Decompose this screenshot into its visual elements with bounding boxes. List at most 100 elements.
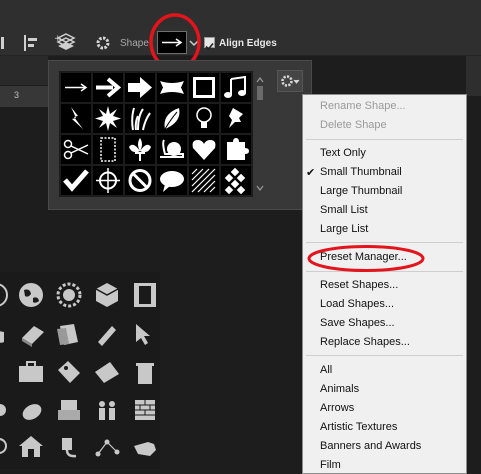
scroll-thumb[interactable] bbox=[257, 86, 263, 100]
shape-thumb-music-note[interactable] bbox=[221, 73, 251, 102]
shape-thumb-heavy-arrow[interactable] bbox=[125, 73, 155, 102]
menu-item-animals[interactable]: Animals bbox=[320, 383, 359, 395]
menu-item-all[interactable]: All bbox=[320, 364, 332, 376]
armchair-icon bbox=[58, 400, 80, 420]
menu-separator bbox=[306, 355, 463, 356]
speech-bubble-icon bbox=[160, 171, 184, 192]
film-strip-icon bbox=[134, 283, 156, 307]
puzzle-piece-icon bbox=[227, 138, 249, 160]
lightbulb-icon bbox=[196, 107, 212, 128]
heart-icon bbox=[192, 140, 216, 160]
leaf-icon bbox=[164, 108, 180, 130]
trash-can-icon bbox=[136, 363, 154, 384]
menu-item-text-only[interactable]: Text Only bbox=[320, 147, 366, 159]
check-icon bbox=[205, 42, 214, 51]
briefcase-icon bbox=[19, 361, 43, 382]
people-icon bbox=[99, 401, 115, 420]
brick-wall-icon bbox=[135, 400, 155, 420]
credit-card-icon bbox=[95, 362, 119, 383]
menu-item-preset-manager[interactable]: Preset Manager... bbox=[320, 251, 407, 263]
heavy-arrow-icon bbox=[128, 77, 152, 98]
scissors-icon bbox=[63, 139, 89, 160]
menu-item-large-thumbnail[interactable]: Large Thumbnail bbox=[320, 185, 402, 197]
snail-icon bbox=[160, 139, 184, 158]
shape-thumb-banner[interactable] bbox=[157, 73, 187, 102]
menu-item-small-thumbnail[interactable]: Small Thumbnail bbox=[320, 166, 402, 178]
menu-item-replace-shapes[interactable]: Replace Shapes... bbox=[320, 336, 410, 348]
menu-item-small-list[interactable]: Small List bbox=[320, 204, 368, 216]
shape-thumb-lightbulb[interactable] bbox=[189, 104, 219, 133]
shape-thumb-starburst[interactable] bbox=[93, 104, 123, 133]
menu-item-delete-shape: Delete Shape bbox=[320, 119, 387, 131]
diagonal-pattern-icon bbox=[191, 168, 216, 193]
chevron-down-icon[interactable] bbox=[188, 37, 200, 49]
cursor-icon bbox=[136, 324, 150, 345]
grass-icon bbox=[131, 107, 151, 131]
shape-thumb-thin-arrow[interactable] bbox=[61, 73, 91, 102]
shape-thumb-heart[interactable] bbox=[189, 135, 219, 164]
scroll-down-icon[interactable] bbox=[256, 185, 264, 191]
shape-thumb-snail[interactable] bbox=[157, 135, 187, 164]
gear-icon bbox=[281, 75, 300, 87]
crosshair-icon bbox=[96, 168, 120, 193]
shape-thumb-checkmark[interactable] bbox=[61, 166, 91, 195]
ruler bbox=[0, 86, 48, 107]
menu-item-arrows[interactable]: Arrows bbox=[320, 402, 354, 414]
menu-item-banners-and-awards[interactable]: Banners and Awards bbox=[320, 440, 421, 452]
plug-icon bbox=[62, 438, 77, 458]
shape-thumb-postage-stamp[interactable] bbox=[93, 135, 123, 164]
shape-thumb-grass[interactable] bbox=[125, 104, 155, 133]
svg-text:+: + bbox=[54, 34, 62, 44]
menu-separator bbox=[306, 271, 463, 272]
tag-icon bbox=[58, 361, 80, 383]
stamp-frame-icon bbox=[193, 77, 215, 98]
shape-picker-button[interactable] bbox=[157, 31, 187, 54]
menu-item-film[interactable]: Film bbox=[320, 459, 341, 471]
shape-label: Shape bbox=[120, 38, 149, 49]
mouse-icon bbox=[22, 404, 42, 420]
align-edges-label: Align Edges bbox=[219, 38, 277, 49]
tool-fragment-icon[interactable] bbox=[0, 36, 8, 50]
shape-thumb-scissors[interactable] bbox=[61, 135, 91, 164]
path-arrange-icon[interactable]: + bbox=[54, 32, 76, 52]
check-icon: ✔ bbox=[306, 167, 316, 179]
menu-item-artistic-textures[interactable]: Artistic Textures bbox=[320, 421, 397, 433]
shape-thumb-puzzle-piece[interactable] bbox=[221, 135, 251, 164]
cube-icon bbox=[95, 283, 119, 307]
shape-thumb-crosshair[interactable] bbox=[93, 166, 123, 195]
menu-item-reset-shapes[interactable]: Reset Shapes... bbox=[320, 279, 398, 291]
path-align-icon[interactable] bbox=[22, 34, 40, 52]
menu-item-load-shapes[interactable]: Load Shapes... bbox=[320, 298, 394, 310]
music-note-icon bbox=[224, 75, 246, 98]
align-edges-checkbox[interactable] bbox=[204, 37, 215, 51]
shape-thumb-prohibited[interactable] bbox=[125, 166, 155, 195]
menu-item-large-list[interactable]: Large List bbox=[320, 223, 368, 235]
house-icon bbox=[19, 436, 43, 457]
shape-thumb-pushpin[interactable] bbox=[221, 104, 251, 133]
shape-thumb-checker-pattern[interactable] bbox=[221, 166, 251, 195]
scroll-up-icon[interactable] bbox=[256, 77, 264, 83]
shape-thumb-fleur-de-lis[interactable] bbox=[125, 135, 155, 164]
shape-thumb-lightning[interactable] bbox=[61, 104, 91, 133]
postage-stamp-icon bbox=[100, 137, 116, 162]
menu-separator bbox=[306, 139, 463, 140]
bowl-icon bbox=[0, 331, 4, 343]
pushpin-icon bbox=[229, 108, 243, 128]
shape-thumb-bold-arrow[interactable] bbox=[93, 73, 123, 102]
menu-item-rename-shape: Rename Shape... bbox=[320, 100, 406, 112]
starburst-icon bbox=[95, 106, 121, 131]
prohibited-icon bbox=[128, 169, 152, 192]
panel-edge bbox=[466, 56, 481, 96]
settings-gear-icon[interactable] bbox=[95, 35, 111, 51]
picker-settings-button[interactable] bbox=[277, 70, 303, 92]
shape-thumb-leaf[interactable] bbox=[157, 104, 187, 133]
shape-thumb-speech-bubble[interactable] bbox=[157, 166, 187, 195]
device-icon bbox=[0, 404, 6, 416]
lightning-icon bbox=[71, 107, 83, 129]
checkmark-icon bbox=[63, 169, 89, 192]
book-icon bbox=[22, 326, 44, 347]
picker-scrollbar[interactable] bbox=[254, 74, 266, 196]
menu-item-save-shapes[interactable]: Save Shapes... bbox=[320, 317, 395, 329]
shape-thumb-diagonal-pattern[interactable] bbox=[189, 166, 219, 195]
shape-thumb-stamp-frame[interactable] bbox=[189, 73, 219, 102]
